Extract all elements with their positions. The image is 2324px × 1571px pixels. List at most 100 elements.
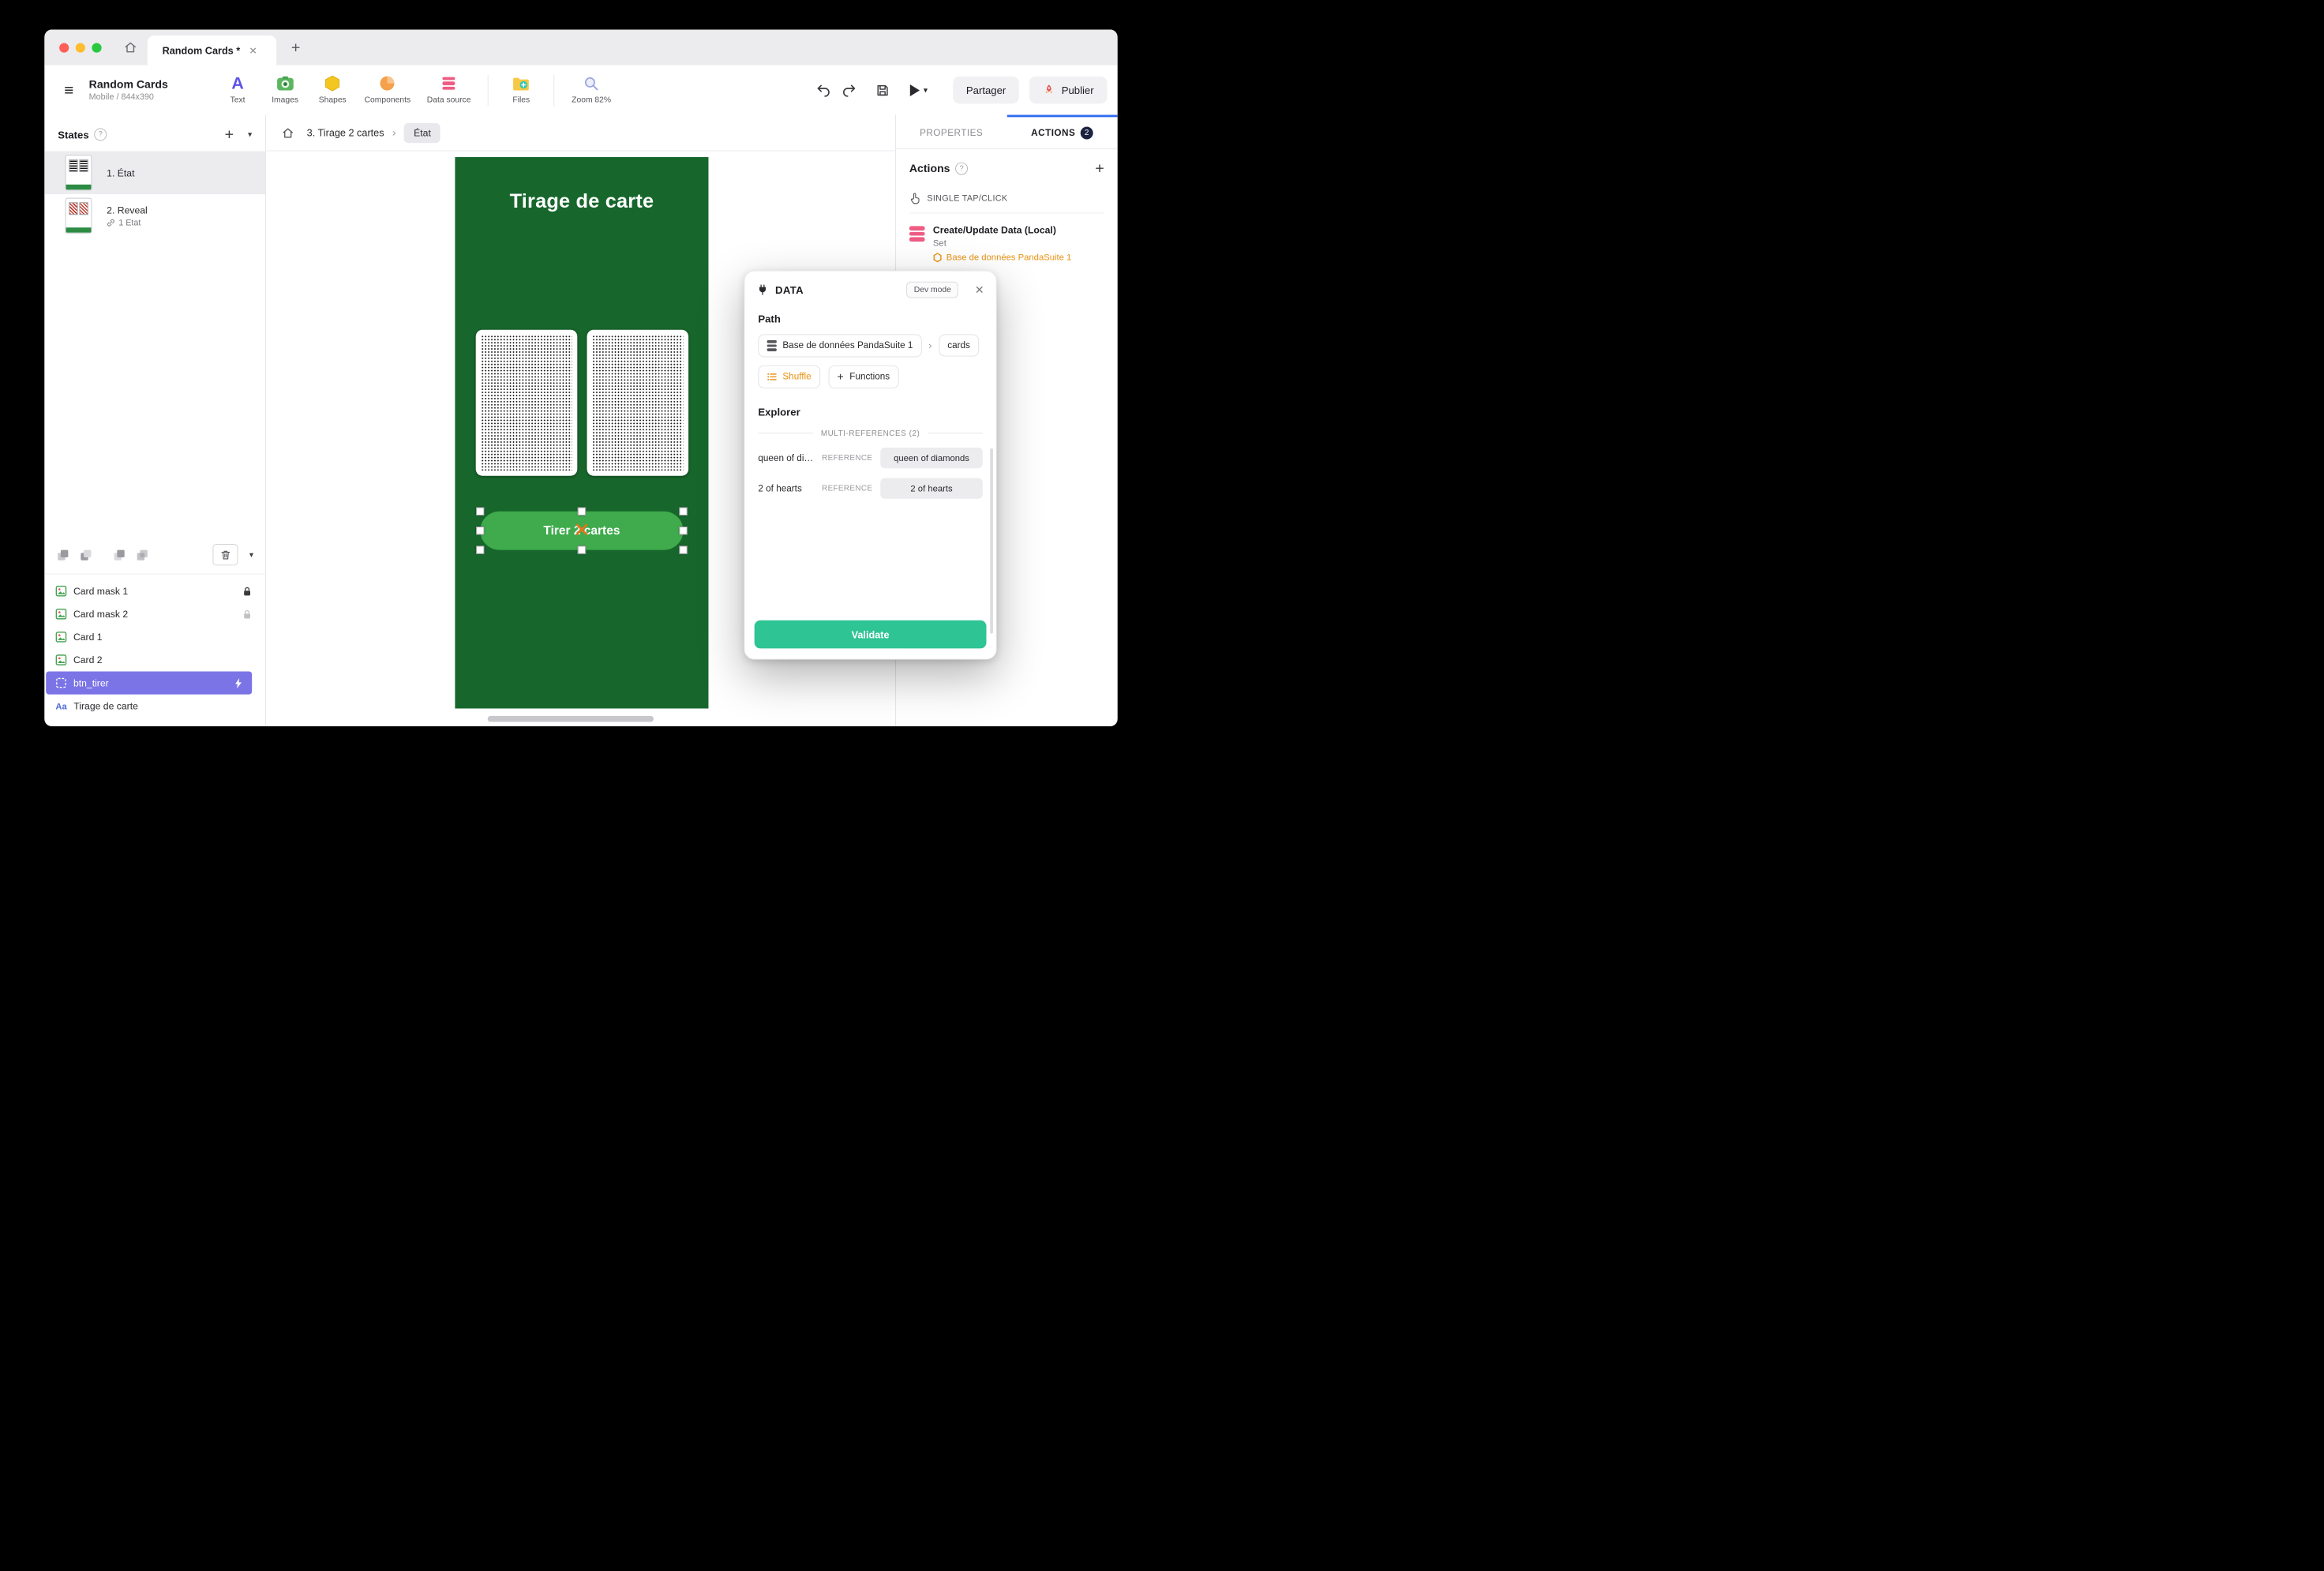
- lock-icon[interactable]: [242, 586, 252, 596]
- breadcrumb-home-button[interactable]: [276, 122, 298, 144]
- save-icon: [875, 83, 890, 98]
- state-item-reveal[interactable]: 2. Reveal 1 Etat: [44, 194, 265, 237]
- reference-value-chip[interactable]: queen of diamonds: [880, 448, 983, 468]
- hexagon-icon: [324, 74, 341, 92]
- selection-handle[interactable]: [578, 508, 586, 516]
- card-back-2[interactable]: [587, 330, 689, 476]
- play-icon: [910, 84, 920, 96]
- redo-button[interactable]: [836, 77, 861, 103]
- data-dialog-title: DATA: [775, 284, 804, 296]
- close-icon[interactable]: ✕: [975, 284, 984, 295]
- layers-list: Card mask 1 Card mask 2: [44, 575, 265, 726]
- window-tab-bar: Random Cards * ✕ +: [44, 30, 1117, 66]
- zoom-window-button[interactable]: [92, 43, 101, 52]
- reference-row[interactable]: 2 of hearts REFERENCE 2 of hearts: [758, 478, 982, 498]
- send-backward-icon[interactable]: [136, 548, 149, 561]
- tool-files[interactable]: Files: [497, 74, 545, 104]
- data-dialog-footer: Validate: [744, 611, 995, 658]
- selection-handle[interactable]: [679, 546, 687, 553]
- states-title: States: [58, 129, 88, 141]
- traffic-lights: [44, 43, 113, 52]
- breadcrumb-page[interactable]: 3. Tirage 2 cartes: [307, 127, 384, 138]
- layer-card-1[interactable]: Card 1: [44, 625, 265, 648]
- tab-properties[interactable]: PROPERTIES: [896, 115, 1006, 148]
- undo-button[interactable]: [811, 77, 836, 103]
- tab-close-icon[interactable]: ✕: [249, 46, 257, 55]
- chevron-right-icon: ›: [392, 126, 396, 139]
- database-icon: [767, 340, 777, 351]
- publish-button[interactable]: Publier: [1029, 77, 1107, 104]
- tool-text[interactable]: A Text: [214, 74, 261, 104]
- canvas-title-text[interactable]: Tirage de carte: [455, 189, 708, 212]
- paste-layer-icon[interactable]: [79, 548, 92, 561]
- reference-row[interactable]: queen of di… REFERENCE queen of diamonds: [758, 448, 982, 468]
- selection-handle[interactable]: [578, 546, 586, 553]
- trash-icon: [220, 549, 231, 561]
- tool-shapes[interactable]: Shapes: [309, 74, 356, 104]
- states-help-icon[interactable]: ?: [94, 128, 107, 141]
- selection-handle[interactable]: [679, 508, 687, 516]
- card-pattern: [592, 335, 683, 471]
- dialog-scrollbar[interactable]: [990, 448, 993, 634]
- card-pattern: [481, 335, 572, 471]
- state-item-etat[interactable]: 1. État: [44, 152, 265, 194]
- delete-layer-button[interactable]: [213, 544, 238, 565]
- home-tab[interactable]: [114, 30, 148, 66]
- layer-card-mask-1[interactable]: Card mask 1: [44, 579, 265, 602]
- selection-handle[interactable]: [476, 508, 484, 516]
- path-label: Path: [758, 313, 982, 324]
- preview-button[interactable]: ▾: [904, 77, 933, 103]
- database-icon: [443, 74, 455, 92]
- add-action-button[interactable]: +: [1095, 161, 1104, 177]
- tool-components[interactable]: Components: [356, 74, 418, 104]
- action-target-link[interactable]: Base de données PandaSuite 1: [933, 252, 1071, 262]
- selection-handle[interactable]: [679, 527, 687, 534]
- tool-zoom[interactable]: Zoom 82%: [564, 74, 620, 104]
- layers-menu-caret-icon[interactable]: ▾: [249, 550, 253, 560]
- document-title-block: Random Cards Mobile / 844x390: [89, 79, 168, 102]
- state-link-row[interactable]: 1 Etat: [107, 218, 148, 227]
- action-item[interactable]: Create/Update Data (Local) Set Base de d…: [909, 224, 1104, 262]
- layer-btn-tirer[interactable]: btn_tirer: [46, 672, 252, 695]
- selection-handle[interactable]: [476, 546, 484, 553]
- save-button[interactable]: [870, 77, 895, 103]
- horizontal-scrollbar[interactable]: [488, 716, 654, 722]
- new-tab-button[interactable]: +: [291, 39, 301, 55]
- actions-panel: Actions ? + SINGLE TAP/CLICK Create/Upda…: [896, 149, 1118, 275]
- share-button[interactable]: Partager: [953, 77, 1019, 104]
- shuffle-chip[interactable]: Shuffle: [758, 366, 820, 388]
- dev-mode-badge[interactable]: Dev mode: [906, 282, 958, 298]
- tool-data-source[interactable]: Data source: [418, 74, 478, 104]
- reference-value-chip[interactable]: 2 of hearts: [880, 478, 983, 498]
- close-window-button[interactable]: [59, 43, 69, 52]
- tab-actions[interactable]: ACTIONS 2: [1006, 115, 1117, 148]
- duplicate-layer-icon[interactable]: [56, 548, 69, 561]
- lock-icon[interactable]: [242, 609, 252, 619]
- layer-tirage-de-carte[interactable]: Aa Tirage de carte: [44, 695, 265, 718]
- toolbar-divider: [554, 74, 555, 105]
- minimize-window-button[interactable]: [76, 43, 85, 52]
- database-icon: [909, 226, 925, 242]
- project-subtitle: Mobile / 844x390: [89, 92, 168, 101]
- bring-forward-icon[interactable]: [113, 548, 126, 561]
- actions-help-icon[interactable]: ?: [955, 163, 968, 175]
- path-child-chip[interactable]: cards: [939, 335, 979, 357]
- desktop: Random Cards * ✕ + ≡ Random Cards Mobile…: [0, 0, 1162, 786]
- phone-screen[interactable]: Tirage de carte Tirer 2 cartes ✕: [455, 157, 708, 708]
- trigger-row[interactable]: SINGLE TAP/CLICK: [909, 193, 1104, 213]
- path-root-chip[interactable]: Base de données PandaSuite 1: [758, 334, 921, 357]
- tool-images[interactable]: Images: [261, 74, 309, 104]
- hexagon-target-icon: [933, 253, 942, 262]
- layer-card-2[interactable]: Card 2: [44, 648, 265, 671]
- functions-chip[interactable]: + Functions: [828, 366, 898, 388]
- states-menu-caret-icon[interactable]: ▾: [248, 129, 252, 139]
- selection-handle[interactable]: [476, 527, 484, 534]
- breadcrumb-state-chip[interactable]: État: [404, 122, 440, 142]
- play-caret-icon[interactable]: ▾: [924, 85, 928, 95]
- layer-card-mask-2[interactable]: Card mask 2: [44, 602, 265, 625]
- card-back-1[interactable]: [476, 330, 578, 476]
- add-state-button[interactable]: +: [225, 127, 234, 143]
- hamburger-menu-button[interactable]: ≡: [54, 76, 83, 104]
- validate-button[interactable]: Validate: [755, 621, 987, 649]
- tab-random-cards[interactable]: Random Cards * ✕: [148, 36, 276, 66]
